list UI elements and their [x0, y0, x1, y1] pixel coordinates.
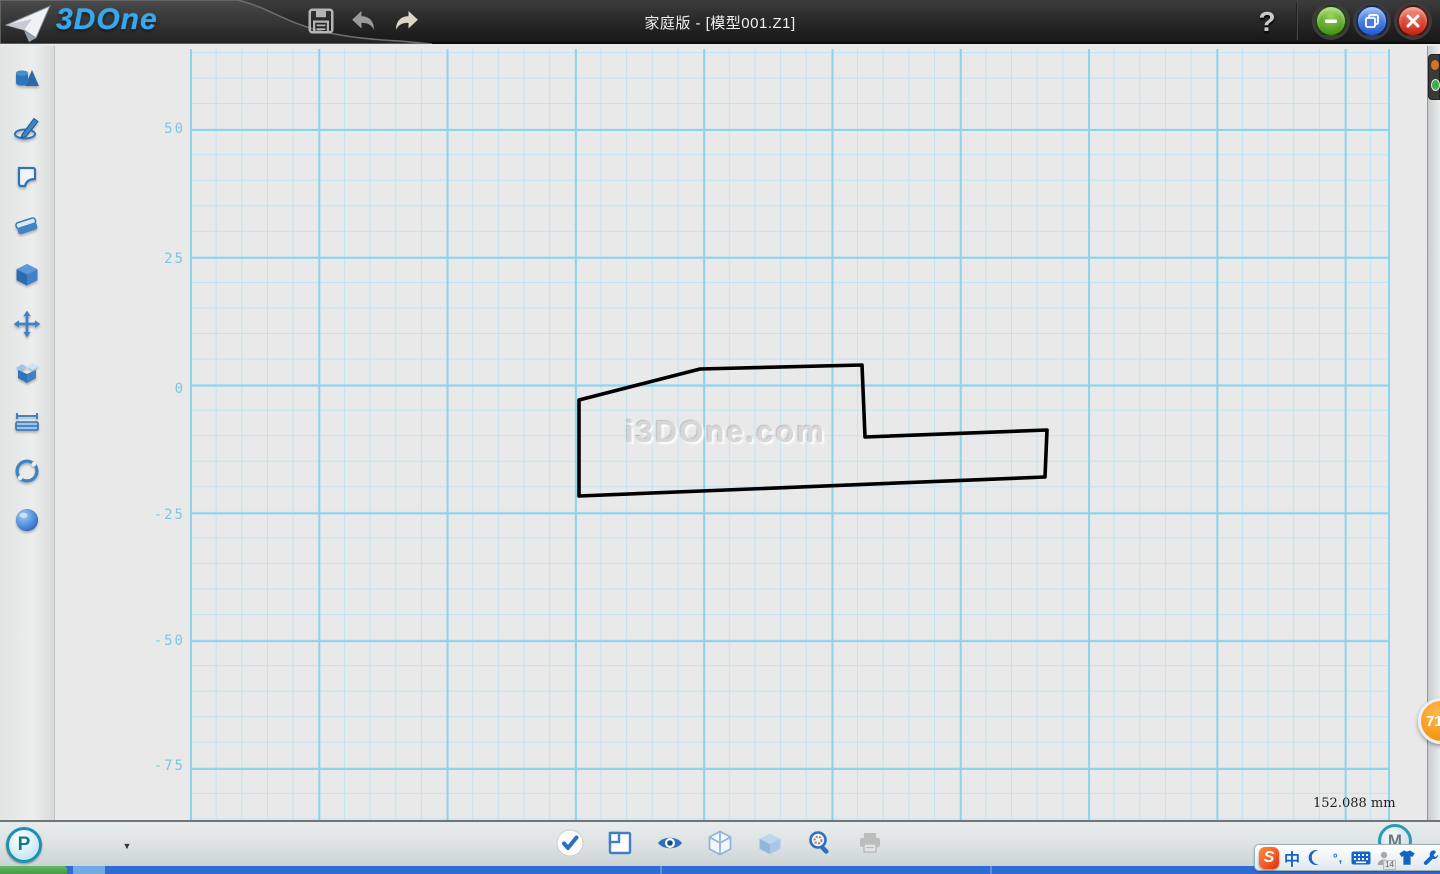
- status-icon-row: [555, 827, 885, 859]
- moon-icon[interactable]: [1305, 846, 1325, 870]
- docked-green-dot: [1431, 79, 1440, 91]
- chinese-mode-icon[interactable]: 中: [1282, 846, 1302, 870]
- confirm-check-icon[interactable]: [555, 827, 585, 859]
- taskbar-segment: [73, 866, 105, 874]
- window-title: 家庭版 - [模型001.Z1]: [0, 12, 1440, 33]
- measure-icon[interactable]: [10, 407, 44, 437]
- taskbar-separator: [660, 866, 662, 874]
- open-box-icon[interactable]: [10, 358, 44, 388]
- minimize-button[interactable]: [1315, 5, 1347, 37]
- wrench-icon[interactable]: [1420, 846, 1440, 870]
- watermark: i3DOne.com: [625, 414, 826, 450]
- statusbar: P ▼: [0, 820, 1440, 866]
- move-arrows-icon[interactable]: [10, 309, 44, 339]
- p-button[interactable]: P: [6, 827, 42, 863]
- primitives-icon[interactable]: [10, 64, 44, 94]
- punctuation-icon[interactable]: °,: [1328, 846, 1348, 870]
- restore-button[interactable]: [1356, 5, 1388, 37]
- axis-label: 50: [133, 121, 185, 137]
- visibility-eye-icon[interactable]: [655, 827, 685, 859]
- solid-cube-icon[interactable]: [10, 260, 44, 290]
- print-icon[interactable]: [855, 827, 885, 859]
- docked-orange-dot: [1431, 60, 1439, 70]
- axis-label: -50: [133, 633, 185, 649]
- taskbar-separator: [990, 866, 992, 874]
- surface-icon[interactable]: [10, 162, 44, 192]
- eraser-icon[interactable]: [10, 211, 44, 241]
- skin-tshirt-icon[interactable]: [1397, 846, 1417, 870]
- axis-label: 0: [133, 381, 185, 397]
- restore-icon: [1364, 13, 1380, 29]
- tool-sidebar: [0, 46, 55, 820]
- axis-label: -75: [133, 758, 185, 774]
- user-icon[interactable]: 14: [1374, 846, 1394, 870]
- axis-label: 25: [133, 251, 185, 267]
- sogou-icon[interactable]: S: [1259, 846, 1279, 870]
- zoom-settings-icon[interactable]: [805, 827, 835, 859]
- wireframe-cube-icon[interactable]: [705, 827, 735, 859]
- minimize-icon: [1323, 13, 1339, 29]
- shaded-cube-icon[interactable]: [755, 827, 785, 859]
- user-count-badge: 14: [1383, 860, 1396, 870]
- sketch-pencil-icon[interactable]: [10, 113, 44, 143]
- 3done-window: 3DOne 家庭版 - [模型001.Z1] ?: [0, 0, 1440, 874]
- windows-taskbar-sliver[interactable]: [0, 866, 1440, 874]
- axis-label: -25: [133, 507, 185, 523]
- titlebar-divider: [1296, 3, 1298, 40]
- ring-icon[interactable]: [10, 456, 44, 486]
- material-sphere-icon[interactable]: [10, 505, 44, 535]
- help-button[interactable]: ?: [1252, 2, 1282, 42]
- ime-toolbar: S 中 °, 14: [1254, 844, 1440, 871]
- modeling-canvas[interactable]: 50 25 0 -25 -50 -75 i3DOne.com 152.088 m…: [55, 46, 1427, 820]
- docked-ball-icon[interactable]: [1428, 54, 1440, 100]
- close-icon: [1405, 13, 1421, 29]
- measurement-label: 152.088 mm: [1313, 796, 1396, 811]
- close-button[interactable]: [1397, 5, 1429, 37]
- p-dropdown-caret[interactable]: ▼: [120, 841, 134, 851]
- start-button-sliver[interactable]: [0, 866, 67, 874]
- layout-view-icon[interactable]: [605, 827, 635, 859]
- titlebar: 3DOne 家庭版 - [模型001.Z1] ?: [0, 0, 1440, 44]
- keyboard-icon[interactable]: [1351, 846, 1371, 870]
